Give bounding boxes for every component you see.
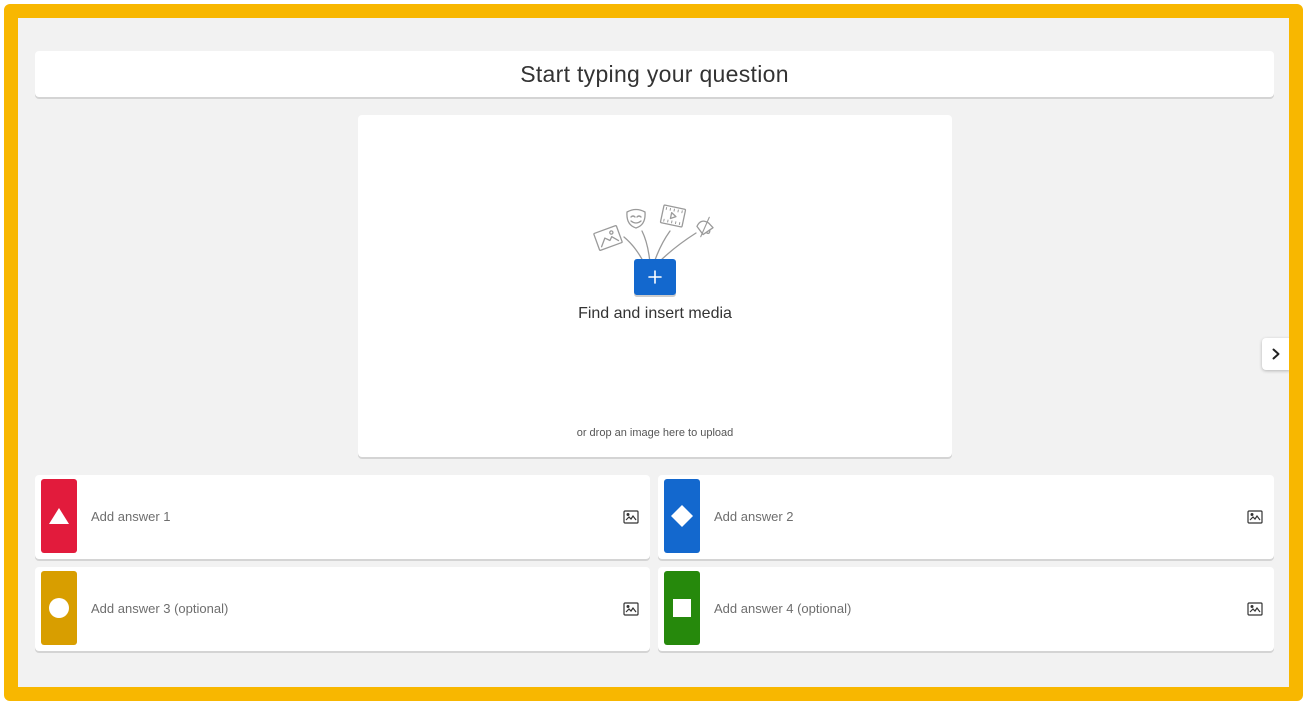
taskbar-tray [630,691,1289,701]
taskbar-active-app[interactable] [544,691,584,701]
taskbar-app-icon[interactable] [384,693,398,701]
triangle-icon [49,508,69,524]
answer-2-image-button[interactable] [1246,509,1264,525]
answer-2-label: Add answer 2 [714,509,794,524]
editor-frame: Start typing your question Find and inse… [4,4,1303,701]
taskbar [18,691,1289,701]
answer-1-shape [41,479,77,553]
taskbar-app-icon[interactable] [300,693,308,701]
answer-1-field[interactable]: Add answer 1 [35,475,650,559]
taskbar-app-icon[interactable] [428,693,442,701]
answer-3-label: Add answer 3 (optional) [91,601,229,616]
answer-1-label: Add answer 1 [91,509,171,524]
answer-3-image-button[interactable] [622,601,640,617]
answer-1-image-button[interactable] [622,509,640,525]
question-input[interactable]: Start typing your question [35,51,1274,97]
plus-icon [648,270,662,284]
media-illustration-icon [593,204,714,264]
chevron-right-icon [1272,348,1280,360]
answer-2-field[interactable]: Add answer 2 [658,475,1274,559]
taskbar-app-icon[interactable] [598,693,612,701]
answer-2-shape [664,479,700,553]
add-media-button[interactable] [634,259,676,295]
square-icon [673,599,691,617]
image-icon [623,510,639,524]
taskbar-search[interactable] [18,691,196,701]
media-title[interactable]: Find and insert media [358,305,952,323]
answer-3-shape [41,571,77,645]
image-icon [623,602,639,616]
image-icon [1247,510,1263,524]
editor-canvas: Start typing your question Find and inse… [18,18,1289,687]
taskbar-app-icon[interactable] [512,693,530,701]
answer-4-image-button[interactable] [1246,601,1264,617]
media-upload-hint: or drop an image here to upload [576,427,734,439]
answer-3-field[interactable]: Add answer 3 (optional) [35,567,650,651]
answer-4-field[interactable]: Add answer 4 (optional) [658,567,1274,651]
taskbar-app-icon[interactable] [340,693,354,701]
taskbar-app-icon[interactable] [472,693,486,701]
next-panel-button[interactable] [1262,338,1289,370]
image-icon [1247,602,1263,616]
circle-icon [49,598,69,618]
answer-4-shape [664,571,700,645]
answer-4-label: Add answer 4 (optional) [714,601,852,616]
media-dropzone[interactable]: Find and insert media or drop an image h… [358,115,952,457]
diamond-icon [671,505,693,527]
